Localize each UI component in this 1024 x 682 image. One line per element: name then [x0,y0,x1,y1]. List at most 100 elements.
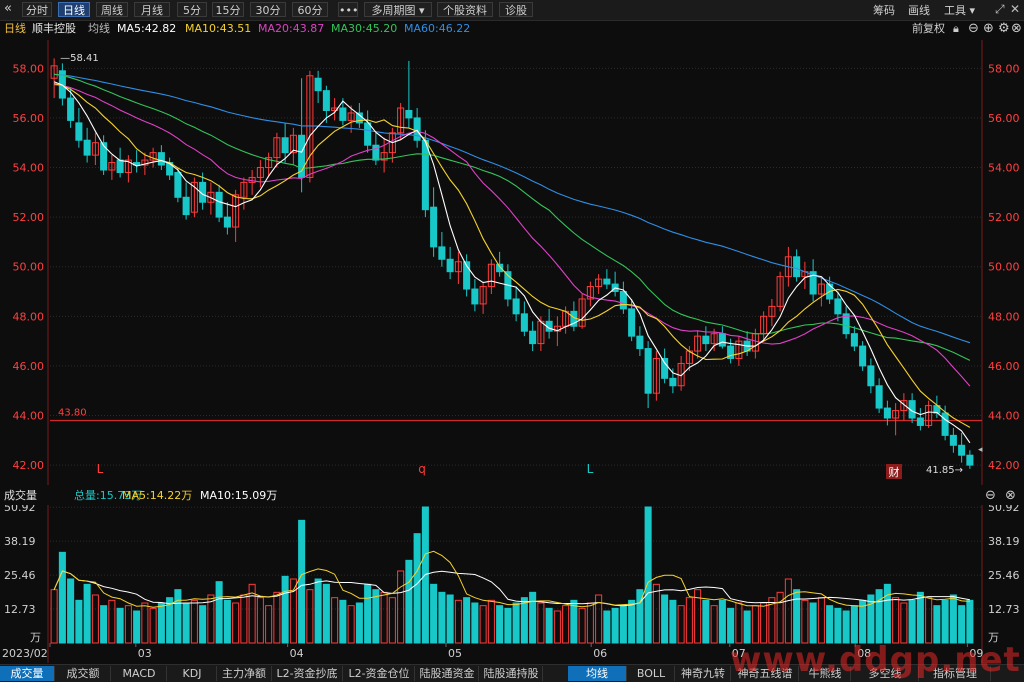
volume-bar [223,599,231,644]
close-icon[interactable]: ✕ [1010,2,1020,16]
price-axis-right-label: 50.00 [988,261,1020,274]
volume-bar [100,605,108,644]
event-marker: q [418,462,426,476]
stock-name: 顺丰控股 [32,22,76,35]
volume-bar [883,583,891,644]
volume-bar [133,610,141,644]
price-axis-right-label: 58.00 [988,62,1020,75]
candle-body [669,377,677,387]
toolbar-btn-0[interactable]: 分时 [22,2,52,17]
indicator-info-bar: 日线 顺丰控股 均线 MA5:42.82 MA10:43.51 MA20:43.… [0,21,1024,37]
candle-body [413,117,421,141]
candle-body [529,330,537,345]
volume-bar [966,599,974,644]
indicator-tab-10[interactable]: BOLL [628,666,675,681]
watermark: www.ddgp.net [730,640,1021,680]
price-axis-left-label: 48.00 [13,310,45,323]
candle-body [116,159,124,173]
toolbar-btn-5[interactable]: 15分 [212,2,244,17]
candle-body [628,308,636,337]
price-axis-left-label: 58.00 [13,62,45,75]
lock-icon[interactable]: 🔒︎ [953,21,959,37]
volume-bar [174,589,182,644]
price-axis-right-label: 46.00 [988,360,1020,373]
volume-bar [611,607,619,644]
volume-bar [603,610,611,644]
avg-line-label[interactable]: 均线 [88,21,110,37]
indicator-tab-4[interactable]: 主力净额 [217,666,272,681]
indicator-tab-3[interactable]: KDJ [168,666,217,681]
volume-close-icon[interactable]: ⊗ [1005,488,1016,504]
indicator-tab-11[interactable]: 神奇九转 [676,666,731,681]
volume-ma5: MA5:14.22万 [122,489,193,502]
zoom-in-icon[interactable]: ⊕ [983,21,994,37]
draw-line-button[interactable]: 画线 [908,2,930,18]
volume-bar [529,591,537,644]
indicator-tab-0[interactable]: 成交量 [0,666,55,681]
candle-body [834,298,842,315]
toolbar-btn-7[interactable]: 60分 [292,2,328,17]
toolbar-btn-4[interactable]: 5分 [177,2,207,17]
restore-icon[interactable]: ⤢ [995,2,1005,17]
double-chevron-left-icon[interactable]: « [4,1,12,16]
candle-body [174,171,182,198]
volume-bar [322,583,330,644]
volume-axis-left-label: 50.92 [4,505,36,514]
price-axis-right-label: 44.00 [988,410,1020,423]
volume-axis-left-label: 38.19 [4,535,36,548]
candle-body [215,191,223,218]
close-panel-icon[interactable]: ⊗ [1011,21,1022,37]
toolbar-btn-1[interactable]: 日线 [58,2,90,17]
candle-body [949,434,957,446]
volume-bar [405,559,413,644]
price-axis-right-label: 54.00 [988,162,1020,175]
candle-body [793,256,801,278]
support-line-label: 43.80 [58,407,87,418]
candle-body [636,335,644,350]
toolbar-btn-2[interactable]: 周线 [96,2,128,17]
toolbar-btn-8[interactable]: ••• [338,2,358,17]
financial-report-marker: 财 [886,464,902,479]
volume-bar [355,602,363,644]
toolbar-btn-6[interactable]: 30分 [250,2,286,17]
candle-body [364,122,372,146]
indicator-tab-6[interactable]: L2-资金仓位 [344,666,415,681]
volume-bar [809,602,817,644]
indicator-tab-9[interactable]: 均线 [568,666,627,681]
volume-bar [842,610,850,644]
chip-distribution-button[interactable]: 筹码 [873,2,895,18]
price-chart[interactable]: 58.00 58.00 56.00 56.00 54.00 54.00 52.00 52.00… [0,40,1024,485]
volume-bar [933,605,941,644]
indicator-tab-5[interactable]: L2-资金抄底 [272,666,343,681]
toolbar-btn-10[interactable]: 个股资料 [437,2,493,17]
indicator-tab-8[interactable]: 陆股通持股 [480,666,543,681]
candle-body [966,454,974,466]
volume-bar [298,519,306,644]
candle-body [520,313,528,332]
price-axis-right-label: 42.00 [988,459,1020,472]
toolbar-btn-11[interactable]: 诊股 [499,2,533,17]
volume-bar [570,599,578,644]
settings-icon[interactable]: ⚙ [998,21,1010,37]
toolbar-btn-3[interactable]: 月线 [134,2,170,17]
tools-button[interactable]: 工具 ▾ [944,2,975,18]
indicator-tab-7[interactable]: 陆股通资金 [416,666,479,681]
volume-unit-left: 万 [30,631,41,644]
volume-zoom-icon[interactable]: ⊖ [985,488,996,504]
candle-body [702,335,710,345]
indicator-tab-1[interactable]: 成交额 [56,666,111,681]
indicator-tab-2[interactable]: MACD [112,666,167,681]
volume-bar [619,605,627,644]
volume-title: 成交量 [4,489,37,502]
low-price-label: 41.85→ [926,465,963,476]
volume-bar [669,599,677,644]
volume-bar [471,602,479,644]
volume-axis-right-label: 25.46 [988,569,1020,582]
volume-bar [702,599,710,644]
candle-body [471,288,479,305]
adjust-mode-button[interactable]: 前复权 [912,21,945,37]
volume-bar [908,599,916,644]
zoom-out-icon[interactable]: ⊖ [968,21,979,37]
toolbar-btn-9[interactable]: 多周期图 ▾ [364,2,432,17]
volume-bar [364,583,372,644]
